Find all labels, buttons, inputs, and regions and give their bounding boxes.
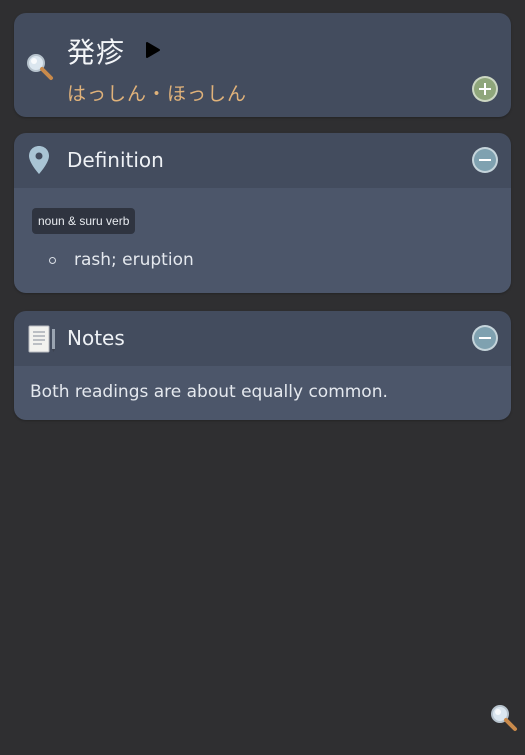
definition-collapse-button[interactable] [472, 147, 498, 173]
notes-body: Both readings are about equally common. [14, 366, 511, 420]
sense-text: rash; eruption [74, 250, 194, 270]
sense-bullet [49, 257, 56, 264]
notepad-icon [28, 325, 55, 353]
search-icon[interactable] [488, 702, 518, 732]
definition-body: noun & suru verb rash; eruption [14, 188, 511, 293]
play-icon[interactable] [145, 41, 161, 59]
definition-card: Definition noun & suru verb rash; erupti… [14, 133, 511, 293]
definition-title: Definition [67, 148, 164, 172]
notes-collapse-button[interactable] [472, 325, 498, 351]
notes-title: Notes [67, 326, 125, 350]
add-button[interactable] [472, 76, 498, 102]
entry-reading: はっしん・ほっしん [67, 83, 248, 105]
map-pin-icon [29, 146, 49, 174]
entry-word: 発疹 [67, 36, 126, 69]
search-icon[interactable] [24, 51, 54, 81]
entry-card: 発疹 はっしん・ほっしん [14, 13, 511, 117]
notes-card: Notes Both readings are about equally co… [14, 311, 511, 420]
definition-header[interactable]: Definition [14, 133, 511, 188]
note-text: Both readings are about equally common. [30, 382, 388, 402]
notes-header[interactable]: Notes [14, 311, 511, 366]
part-of-speech-tag: noun & suru verb [32, 208, 136, 234]
